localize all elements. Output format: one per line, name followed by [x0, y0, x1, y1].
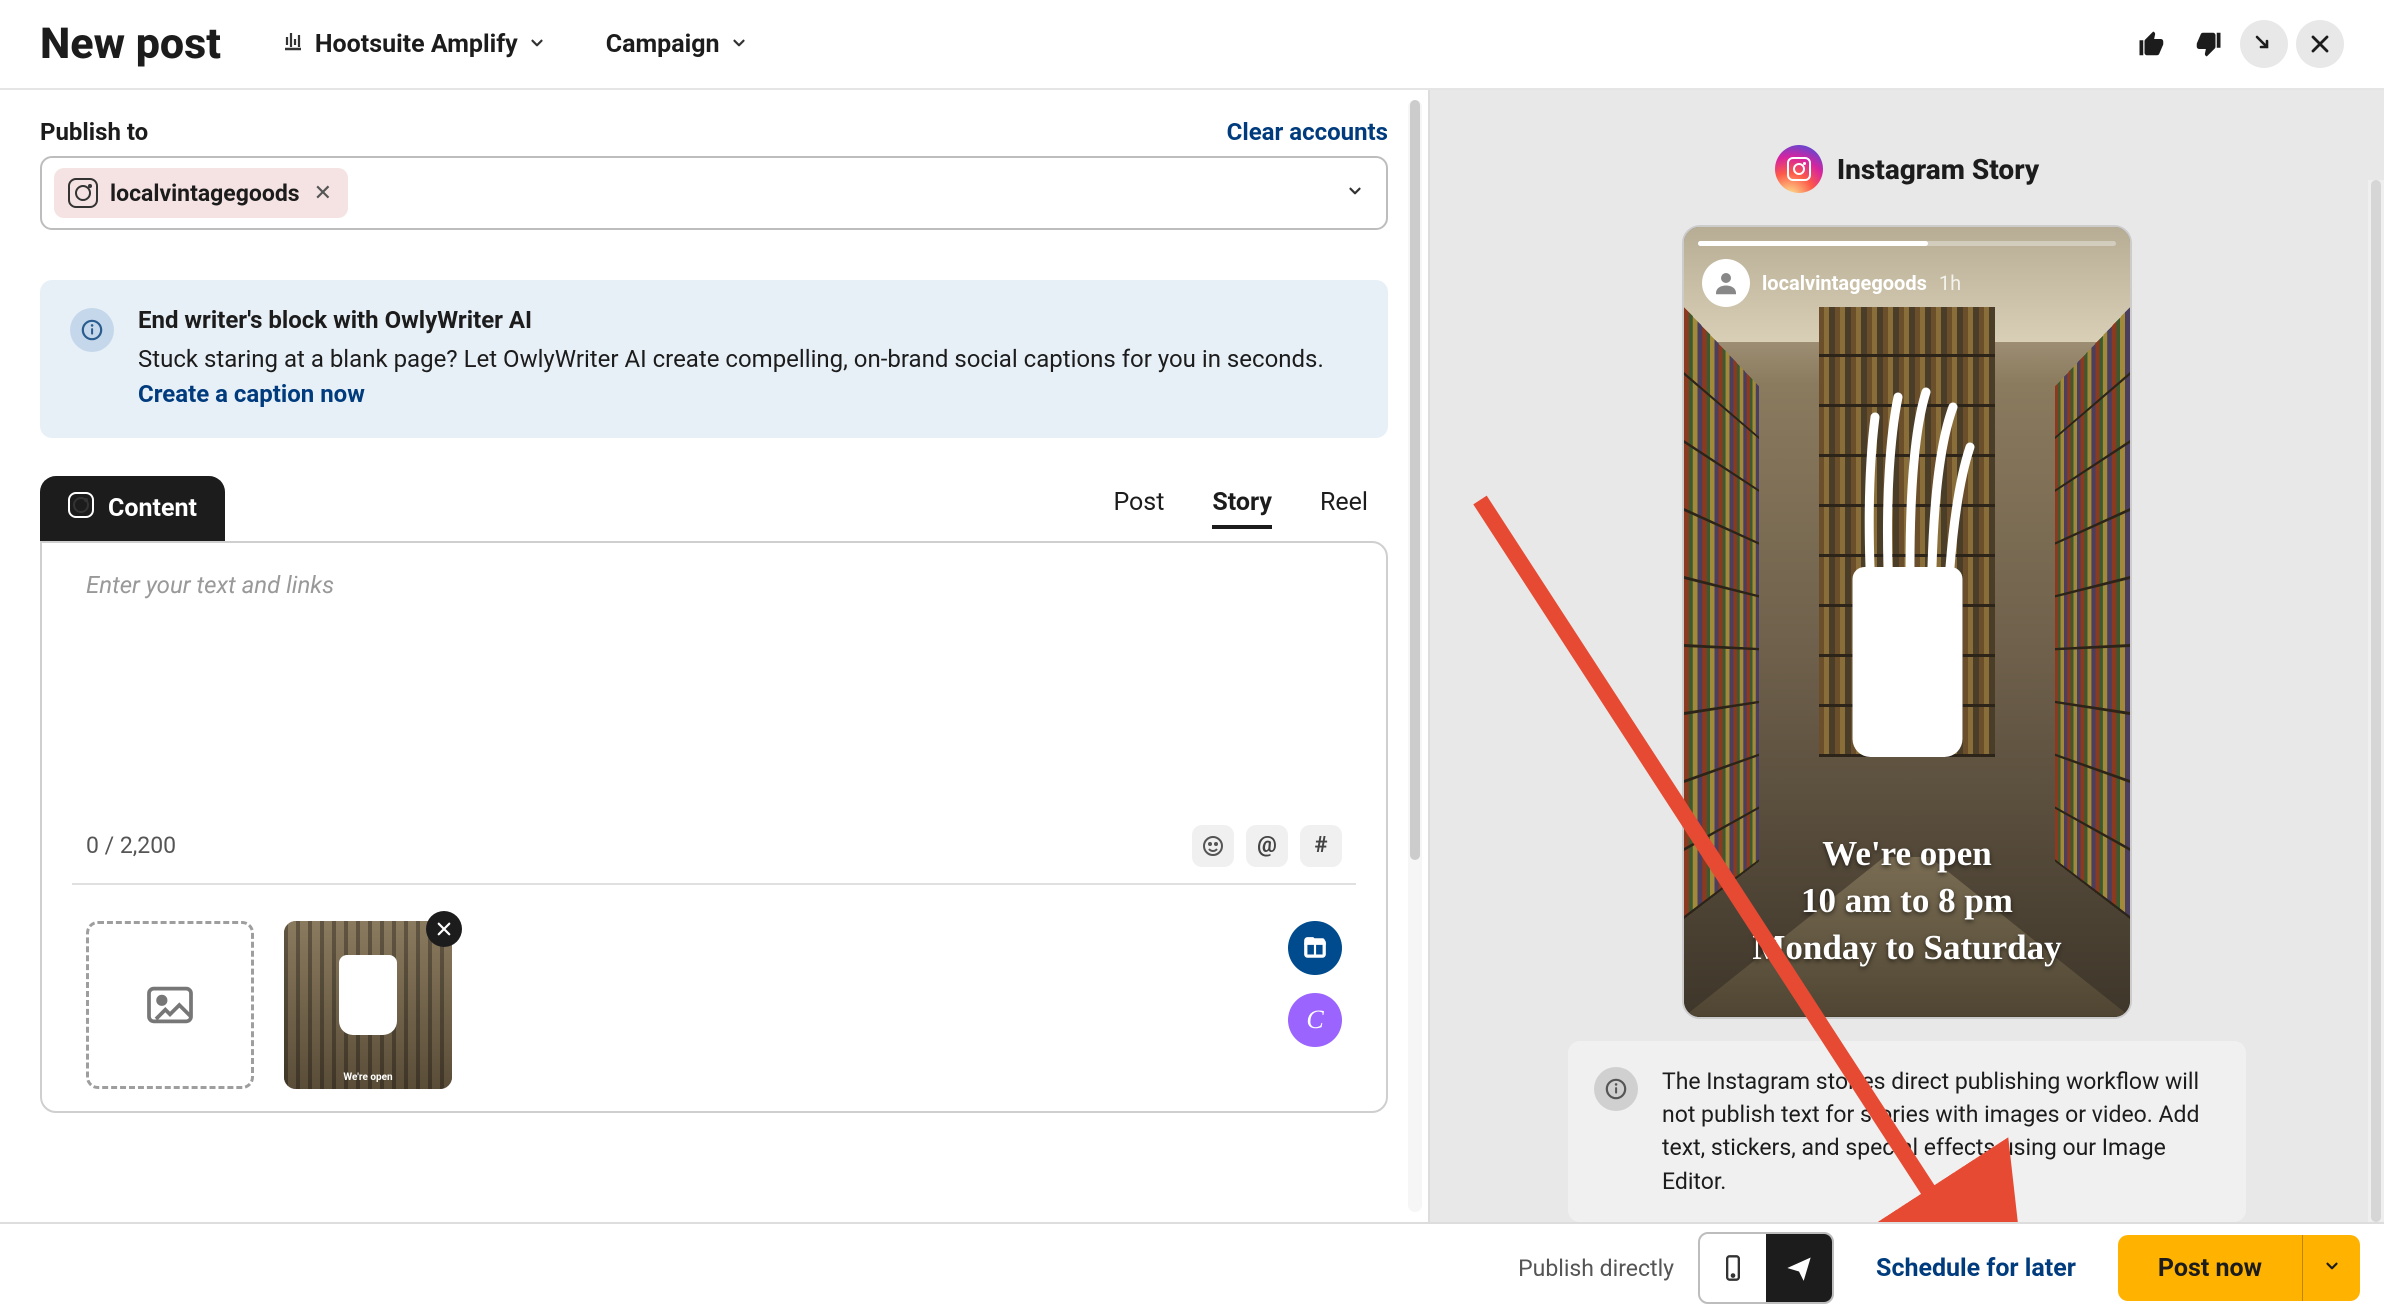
char-count: 0 / 2,200	[86, 832, 176, 859]
hashtag-button[interactable]: #	[1300, 825, 1342, 867]
info-icon	[1594, 1067, 1638, 1111]
text-input[interactable]: Enter your text and links	[72, 571, 1356, 811]
direct-mode-button[interactable]	[1766, 1234, 1832, 1302]
scrollbar[interactable]	[2368, 180, 2384, 1222]
publish-directly-label: Publish directly	[1518, 1255, 1674, 1282]
post-now-button[interactable]: Post now	[2118, 1235, 2302, 1301]
scrollbar[interactable]	[1408, 100, 1422, 1212]
preview-title: Instagram Story	[1837, 153, 2039, 186]
close-button[interactable]	[2296, 20, 2344, 68]
thumbs-up-button[interactable]	[2128, 20, 2176, 68]
amplify-label: Hootsuite Amplify	[315, 30, 518, 59]
content-tab-label: Content	[108, 494, 197, 523]
instagram-icon	[68, 492, 94, 525]
account-chip: localvintagegoods ✕	[54, 168, 348, 218]
chevron-down-icon	[528, 30, 546, 59]
amplify-icon	[281, 29, 305, 60]
account-name: localvintagegoods	[110, 180, 300, 207]
scrollbar-thumb[interactable]	[2371, 180, 2381, 1222]
post-type-tabs: Post Story Reel	[1113, 488, 1368, 529]
preview-header: Instagram Story	[1775, 145, 2039, 193]
footer: Publish directly Schedule for later Post…	[0, 1222, 2384, 1312]
create-caption-link[interactable]: Create a caption now	[138, 380, 365, 408]
thumbs-down-button[interactable]	[2184, 20, 2232, 68]
canva-button[interactable]: C	[1288, 993, 1342, 1047]
minimize-button[interactable]	[2240, 20, 2288, 68]
preview-note: The Instagram stories direct publishing …	[1568, 1041, 2246, 1222]
instagram-icon	[1775, 145, 1823, 193]
story-time: 1h	[1939, 271, 1961, 295]
info-icon	[70, 308, 114, 352]
emoji-button[interactable]	[1192, 825, 1234, 867]
banner-body: Stuck staring at a blank page? Let OwlyW…	[138, 342, 1358, 412]
post-now-dropdown[interactable]	[2302, 1235, 2360, 1301]
story-sticker	[1815, 377, 2000, 757]
type-tab-reel[interactable]: Reel	[1320, 488, 1368, 529]
schedule-later-link[interactable]: Schedule for later	[1876, 1254, 2076, 1283]
story-username: localvintagegoods	[1762, 271, 1927, 295]
chevron-down-icon	[730, 30, 748, 59]
avatar	[1702, 259, 1750, 307]
banner-title: End writer's block with OwlyWriter AI	[138, 306, 1358, 334]
mention-button[interactable]: @	[1246, 825, 1288, 867]
chevron-down-icon	[2323, 1257, 2341, 1279]
story-preview: localvintagegoods 1h We're open 10 am to…	[1682, 225, 2132, 1019]
campaign-label: Campaign	[606, 30, 720, 59]
post-now-button-group: Post now	[2118, 1235, 2360, 1301]
page-title: New post	[40, 19, 221, 69]
story-user: localvintagegoods 1h	[1702, 259, 1961, 307]
content-tab[interactable]: Content	[40, 476, 225, 541]
media-thumbnail[interactable]: We're open	[284, 921, 452, 1089]
scrollbar-thumb[interactable]	[1410, 100, 1420, 860]
clear-accounts-link[interactable]: Clear accounts	[1227, 118, 1388, 146]
publish-mode-toggle	[1698, 1232, 1834, 1304]
preview-note-text: The Instagram stories direct publishing …	[1662, 1065, 2220, 1198]
mobile-mode-button[interactable]	[1700, 1234, 1766, 1302]
accounts-select[interactable]: localvintagegoods ✕	[40, 156, 1388, 230]
instagram-icon	[68, 178, 98, 208]
story-progress	[1698, 241, 2116, 246]
amplify-dropdown[interactable]: Hootsuite Amplify	[281, 29, 546, 60]
type-tab-post[interactable]: Post	[1113, 488, 1164, 529]
preview-pane: Instagram Story	[1430, 90, 2384, 1222]
story-caption: We're open 10 am to 8 pm Monday to Satur…	[1684, 830, 2130, 972]
composer-pane: Publish to Clear accounts localvintagego…	[0, 90, 1430, 1222]
header: New post Hootsuite Amplify Campaign	[0, 0, 2384, 90]
publish-to-label: Publish to	[40, 118, 148, 146]
media-library-button[interactable]	[1288, 921, 1342, 975]
campaign-dropdown[interactable]: Campaign	[606, 30, 748, 59]
remove-media-button[interactable]	[426, 911, 462, 947]
add-media-button[interactable]	[86, 921, 254, 1089]
type-tab-story[interactable]: Story	[1212, 488, 1272, 529]
chevron-down-icon[interactable]	[1346, 182, 1364, 204]
remove-account-button[interactable]: ✕	[312, 181, 334, 206]
editor: Enter your text and links 0 / 2,200 @ #	[40, 541, 1388, 1113]
owlywriter-banner: End writer's block with OwlyWriter AI St…	[40, 280, 1388, 438]
